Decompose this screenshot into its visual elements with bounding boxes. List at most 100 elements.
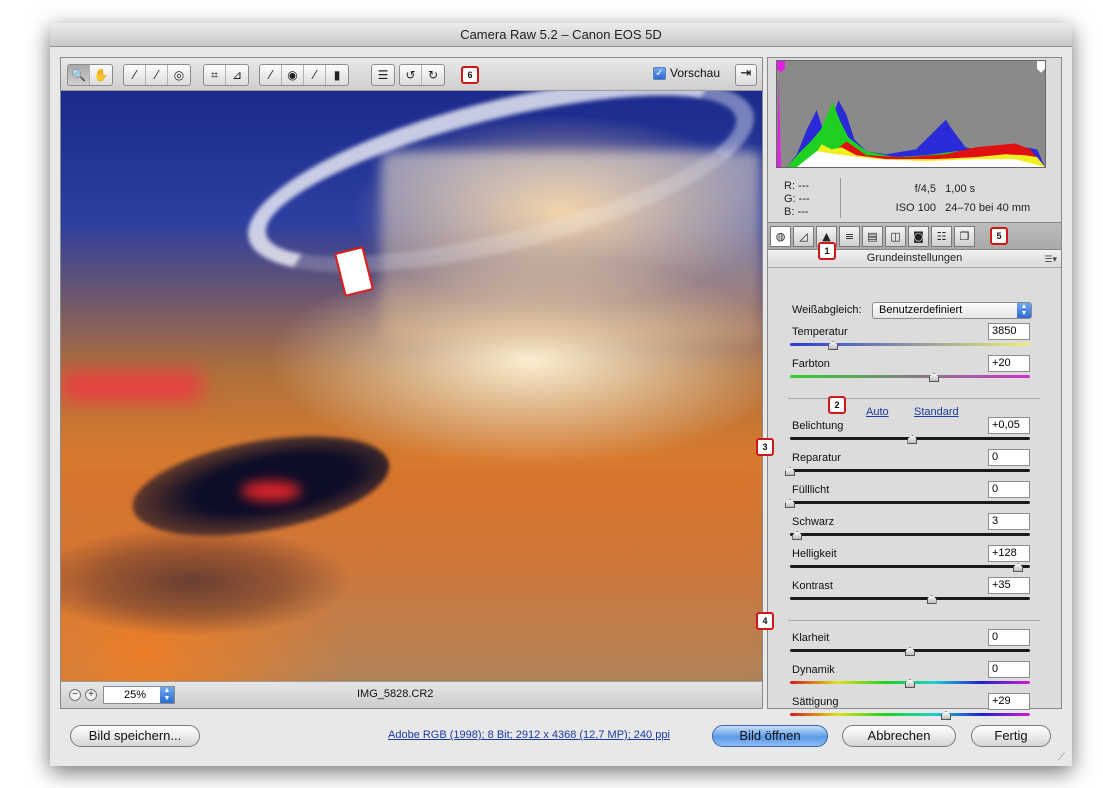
spot-removal-tool-button[interactable]: ⁄ (260, 65, 282, 85)
vibrance-value-field[interactable]: 0 (988, 661, 1030, 678)
brightness-label: Helligkeit (792, 548, 837, 560)
fill-light-label: Fülllicht (792, 484, 830, 496)
crop-tool-button[interactable]: ⌗ (204, 65, 226, 85)
resize-grip-icon[interactable]: ⟋ (1058, 752, 1070, 764)
callout-1: 1 (818, 242, 836, 260)
white-balance-value: Benutzerdefiniert (879, 304, 963, 316)
graduated-filter-icon: ▮ (333, 68, 341, 82)
brightness-slider-track[interactable] (790, 565, 1030, 568)
zoom-in-button[interactable]: + (85, 689, 97, 701)
white-balance-select[interactable]: Benutzerdefiniert ▲ ▼ (872, 302, 1032, 319)
image-panel: 🔍 ✋ ⁄ ⁄ ◎ ⌗ ⊿ ⁄ ◉ ⁄ ▮ ☰ ↺ ↻ 6 ✓ Vorschau… (60, 57, 763, 709)
saturation-label: Sättigung (792, 696, 839, 708)
saturation-value-field[interactable]: +29 (988, 693, 1030, 710)
fill-light-value-field[interactable]: 0 (988, 481, 1030, 498)
crop-icon: ⌗ (211, 67, 218, 82)
sampler-tool-group: ⁄ ⁄ ◎ (123, 64, 191, 86)
hand-tool-button[interactable]: ✋ (90, 65, 112, 85)
spot-removal-icon: ⁄ (269, 68, 272, 82)
rotate-left-button[interactable]: ↺ (400, 65, 422, 85)
red-eye-tool-button[interactable]: ◉ (282, 65, 304, 85)
callout-4: 4 (756, 612, 774, 630)
temperature-value-field[interactable]: 3850 (988, 323, 1030, 340)
camera-raw-window: Camera Raw 5.2 – Canon EOS 5D 🔍 ✋ ⁄ ⁄ ◎ … (50, 23, 1072, 766)
preview-label: Vorschau (670, 66, 721, 80)
tint-slider-track[interactable] (790, 375, 1030, 378)
red-eye-icon: ◉ (287, 68, 298, 82)
lens-corrections-icon: ◫ (890, 230, 901, 243)
filename-label: IMG_5828.CR2 (357, 688, 434, 700)
workflow-options-link[interactable]: Adobe RGB (1998); 8 Bit; 2912 x 4368 (12… (388, 729, 670, 741)
clarity-value-field[interactable]: 0 (988, 629, 1030, 646)
photo-tail-light (241, 481, 301, 501)
target-adjustment-icon: ◎ (173, 68, 185, 82)
straighten-icon: ⊿ (231, 68, 243, 82)
fullscreen-icon: ⇥ (740, 66, 752, 81)
open-image-button[interactable]: Bild öffnen (712, 725, 828, 747)
white-balance-eyedropper-icon: ⁄ (133, 68, 136, 82)
target-adjustment-tool-button[interactable]: ◎ (168, 65, 190, 85)
adjustment-brush-tool-button[interactable]: ⁄ (304, 65, 326, 85)
readout-divider (840, 178, 841, 218)
readout: R: --- G: --- B: --- f/4,5 1,00 s ISO 10… (768, 176, 1061, 222)
image-preview[interactable] (61, 91, 762, 681)
tab-lens-corrections[interactable]: ◫ (885, 226, 906, 247)
save-image-button[interactable]: Bild speichern... (70, 725, 200, 747)
fullscreen-button[interactable]: ⇥ (735, 64, 757, 86)
contrast-value-field[interactable]: +35 (988, 577, 1030, 594)
standard-link[interactable]: Standard (914, 406, 959, 418)
cancel-button[interactable]: Abbrechen (842, 725, 956, 747)
done-button[interactable]: Fertig (971, 725, 1051, 747)
blacks-slider-track[interactable] (790, 533, 1030, 536)
tab-basic[interactable]: ◍ (770, 226, 791, 247)
tint-value-field[interactable]: +20 (988, 355, 1030, 372)
recovery-label: Reparatur (792, 452, 841, 464)
white-balance-label: Weißabgleich: (792, 304, 862, 316)
preferences-button[interactable]: ☰ (372, 65, 394, 85)
tab-tone-curve[interactable]: ◿ (793, 226, 814, 247)
auto-link[interactable]: Auto (866, 406, 889, 418)
brightness-value-field[interactable]: +128 (988, 545, 1030, 562)
status-bar: − + 25% ▲ ▼ IMG_5828.CR2 (61, 681, 762, 708)
tab-snapshots[interactable]: ❐ (954, 226, 975, 247)
graduated-filter-tool-button[interactable]: ▮ (326, 65, 348, 85)
white-balance-tool-button[interactable]: ⁄ (124, 65, 146, 85)
panel-menu-icon[interactable]: ☰▾ (1044, 252, 1057, 269)
zoom-select[interactable]: 25% ▲ ▼ (103, 686, 175, 704)
tab-split-toning[interactable]: ▤ (862, 226, 883, 247)
tab-presets[interactable]: ☷ (931, 226, 952, 247)
rotate-right-button[interactable]: ↻ (422, 65, 444, 85)
recovery-slider-track[interactable] (790, 469, 1030, 472)
iso-value: ISO 100 (895, 202, 936, 214)
exif-info: f/4,5 1,00 s ISO 100 24–70 bei 40 mm (884, 180, 1031, 218)
color-sampler-tool-button[interactable]: ⁄ (146, 65, 168, 85)
tab-camera-calibration[interactable]: ◙ (908, 226, 929, 247)
fill-light-slider-track[interactable] (790, 501, 1030, 504)
saturation-slider-track[interactable] (790, 713, 1030, 716)
snapshots-icon: ❐ (959, 230, 970, 243)
straighten-tool-button[interactable]: ⊿ (226, 65, 248, 85)
histogram (776, 60, 1046, 168)
adjustments-panel: R: --- G: --- B: --- f/4,5 1,00 s ISO 10… (756, 57, 1062, 720)
temperature-slider-track[interactable] (790, 343, 1030, 346)
vibrance-label: Dynamik (792, 664, 835, 676)
temperature-label: Temperatur (792, 326, 848, 338)
section-header: Grundeinstellungen ☰▾ (768, 250, 1061, 268)
toolbar: 🔍 ✋ ⁄ ⁄ ◎ ⌗ ⊿ ⁄ ◉ ⁄ ▮ ☰ ↺ ↻ 6 ✓ Vorschau… (61, 58, 762, 91)
panel-tabs: ◍ ◿ ▲ ≡ ▤ ◫ ◙ ☷ ❐ 5 (768, 222, 1061, 250)
divider (788, 398, 1040, 399)
preview-checkbox[interactable]: ✓ Vorschau (653, 66, 720, 80)
exposure-value-field[interactable]: +0,05 (988, 417, 1030, 434)
blacks-value-field[interactable]: 3 (988, 513, 1030, 530)
tab-hsl[interactable]: ≡ (839, 226, 860, 247)
green-readout: G: --- (784, 193, 810, 205)
checkmark-icon: ✓ (653, 66, 666, 80)
contrast-slider-track[interactable] (790, 597, 1030, 600)
histogram-area: R: --- G: --- B: --- f/4,5 1,00 s ISO 10… (768, 58, 1061, 222)
callout-5: 5 (990, 227, 1008, 245)
zoom-tool-button[interactable]: 🔍 (68, 65, 90, 85)
preferences-icon: ☰ (377, 68, 389, 82)
zoom-out-button[interactable]: − (69, 689, 81, 701)
retouch-tool-group: ⁄ ◉ ⁄ ▮ (259, 64, 349, 86)
recovery-value-field[interactable]: 0 (988, 449, 1030, 466)
